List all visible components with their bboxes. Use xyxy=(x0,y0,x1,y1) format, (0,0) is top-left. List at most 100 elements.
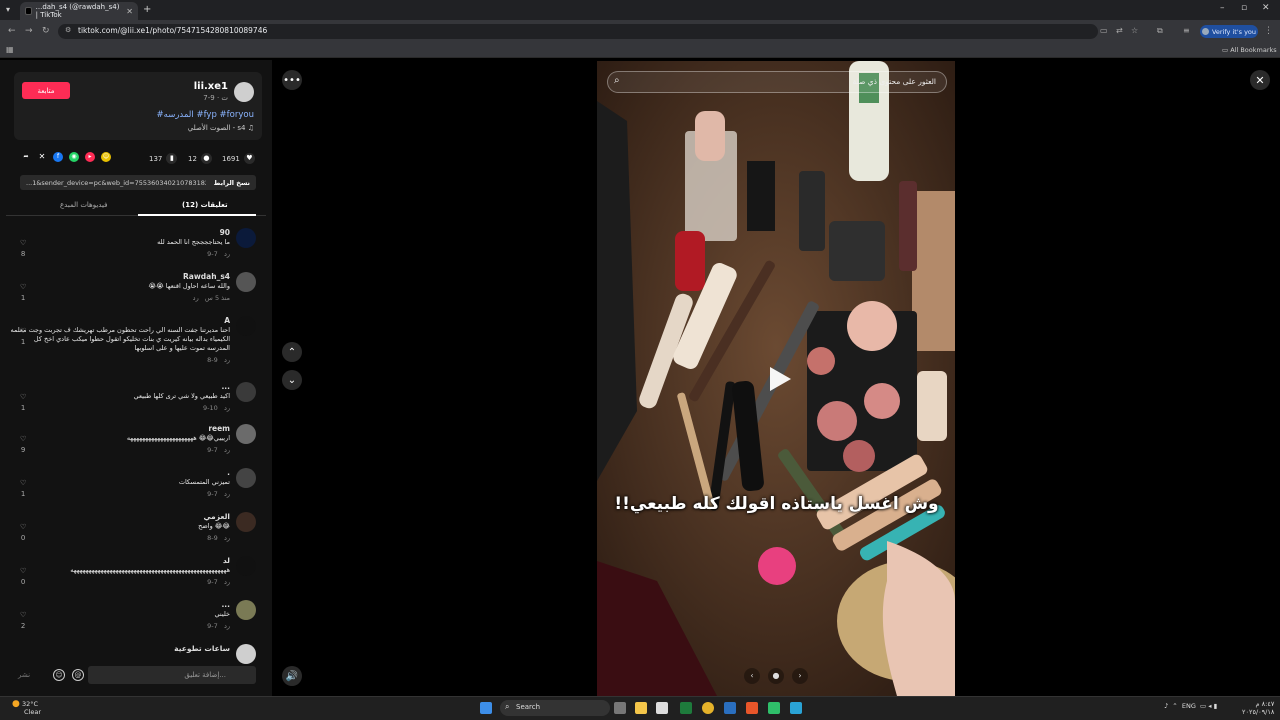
edge-icon[interactable] xyxy=(790,702,802,714)
comment-author[interactable]: ... xyxy=(221,382,230,391)
browser-tab[interactable]: ...dah_s4 (@rawdah_s4) | TikTok ✕ xyxy=(20,2,138,20)
comment-avatar[interactable] xyxy=(236,382,256,402)
install-icon[interactable]: ▭ xyxy=(1100,26,1108,35)
more-options-button[interactable]: ••• xyxy=(282,70,302,90)
whatsapp-share-icon[interactable]: ◉ xyxy=(69,152,79,162)
reply-button[interactable]: رد xyxy=(224,356,230,364)
like-stat[interactable]: 1691 ♥ xyxy=(222,153,255,164)
reply-button[interactable]: رد xyxy=(224,446,230,454)
minimize-icon[interactable]: – xyxy=(1220,3,1225,13)
comment-avatar[interactable] xyxy=(236,468,256,488)
new-tab-button[interactable]: + xyxy=(143,4,151,15)
embed-share-icon[interactable]: ☺ xyxy=(101,152,111,162)
comment-avatar[interactable] xyxy=(236,228,256,248)
comment-avatar[interactable] xyxy=(236,600,256,620)
apps-icon[interactable]: ▦ xyxy=(6,45,14,54)
back-icon[interactable]: ← xyxy=(8,26,16,36)
reply-button[interactable]: رد xyxy=(224,622,230,630)
comment-author[interactable]: 90 xyxy=(220,228,230,237)
file-explorer-icon[interactable] xyxy=(635,702,647,714)
start-menu-icon[interactable] xyxy=(480,702,492,714)
forward-icon[interactable]: → xyxy=(25,26,33,36)
author-username[interactable]: lii.xe1 xyxy=(194,81,228,92)
sound-link[interactable]: الصوت الأصلي - s4 ♫ xyxy=(188,124,254,132)
send-share-icon[interactable]: ▸ xyxy=(85,152,95,162)
comment-like-button[interactable]: ♡ 0 xyxy=(20,522,26,544)
bookmark-star-icon[interactable]: ☆ xyxy=(1131,26,1138,35)
word-icon[interactable] xyxy=(724,702,736,714)
translate-icon[interactable]: ⇄ xyxy=(1116,26,1123,35)
url-input[interactable]: ⚙ tiktok.com/@lii.xe1/photo/754715428081… xyxy=(58,24,1098,39)
taskbar-search[interactable]: ⌕ Search xyxy=(500,700,610,716)
follow-button[interactable]: متابعة xyxy=(22,82,70,99)
reply-button[interactable]: رد xyxy=(224,404,230,412)
brave-icon[interactable] xyxy=(746,702,758,714)
tab-search-icon[interactable]: ▾ xyxy=(6,5,10,14)
comment-author[interactable]: ... xyxy=(221,600,230,609)
chrome-icon[interactable] xyxy=(702,702,714,714)
comment-author[interactable]: Rawdah_s4 xyxy=(183,272,230,281)
comment-like-button[interactable]: ♡ 9 xyxy=(20,434,26,456)
play-icon[interactable] xyxy=(764,364,794,394)
system-tray[interactable]: ♪ ⌃ ENG ▭ ◂ ▮ xyxy=(1164,702,1217,710)
comment-like-button[interactable]: ♡ 1 xyxy=(20,392,26,414)
store-icon[interactable] xyxy=(656,702,668,714)
reply-button[interactable]: رد xyxy=(224,250,230,258)
verify-button[interactable]: Verify it's you xyxy=(1200,25,1258,38)
hashtags[interactable]: #المدرسه #fyp #foryou xyxy=(157,110,254,120)
weather-widget[interactable]: ● 32°C Clear xyxy=(12,700,41,717)
close-tab-icon[interactable]: ✕ xyxy=(126,7,133,16)
comment-like-button[interactable]: ♡ 1 xyxy=(20,478,26,500)
post-comment-button[interactable]: نشر xyxy=(18,671,30,679)
comment-avatar[interactable] xyxy=(236,272,256,292)
task-view-icon[interactable] xyxy=(614,702,626,714)
comment-like-button[interactable]: ♡ 1 xyxy=(20,282,26,304)
comment-author[interactable]: لد xyxy=(223,556,230,565)
comment-author[interactable]: العزمي xyxy=(203,512,230,521)
reply-button[interactable]: رد xyxy=(224,534,230,542)
comment-author[interactable]: reem xyxy=(208,424,230,433)
comment-avatar[interactable] xyxy=(236,644,256,664)
reply-button[interactable]: رد xyxy=(224,490,230,498)
reply-button[interactable]: رد xyxy=(193,294,199,302)
tab-creator-videos[interactable]: فيديوهات المبدع xyxy=(60,201,107,209)
close-window-icon[interactable]: ✕ xyxy=(1262,3,1270,13)
comment-like-button[interactable]: ♡ 0 xyxy=(20,566,26,588)
x-share-icon[interactable]: ✕ xyxy=(37,152,47,162)
facebook-share-icon[interactable]: f xyxy=(53,152,63,162)
maximize-icon[interactable]: ▫ xyxy=(1241,3,1247,13)
author-avatar[interactable] xyxy=(234,82,254,102)
reply-button[interactable]: رد xyxy=(224,578,230,586)
menu-icon[interactable]: ⋮ xyxy=(1264,26,1273,36)
all-bookmarks[interactable]: ▭ All Bookmarks xyxy=(1222,46,1277,54)
comment-avatar[interactable] xyxy=(236,556,256,576)
comment-author[interactable]: A xyxy=(224,316,230,325)
prev-photo-button[interactable]: ‹ xyxy=(744,668,760,684)
app-icon[interactable] xyxy=(768,702,780,714)
next-photo-button[interactable]: › xyxy=(792,668,808,684)
extensions-icon[interactable]: ⧉ xyxy=(1157,26,1163,36)
comment-avatar[interactable] xyxy=(236,512,256,532)
copy-link-button[interactable]: نسخ الرابط xyxy=(214,179,250,187)
close-viewer-button[interactable]: ✕ xyxy=(1250,70,1270,90)
excel-icon[interactable] xyxy=(680,702,692,714)
language-indicator[interactable]: ENG xyxy=(1182,702,1196,710)
comment-like-button[interactable]: ♡ 1 xyxy=(20,326,26,348)
save-stat[interactable]: 137 ▮ xyxy=(149,153,178,164)
tab-comments[interactable]: تعليقات (12) xyxy=(182,201,228,209)
mention-icon[interactable]: @ xyxy=(72,669,84,681)
comment-stat[interactable]: 12 ● xyxy=(188,153,212,164)
related-search-input[interactable]: العثور على محتوى ذي صلة ⌕ xyxy=(607,71,947,93)
prev-post-button[interactable]: ⌃ xyxy=(282,342,302,362)
share-icon[interactable]: ➦ xyxy=(21,152,31,162)
comment-author[interactable]: . xyxy=(227,468,230,477)
comment-like-button[interactable]: ♡ 8 xyxy=(20,238,26,260)
clock[interactable]: ٨:٤٧ م ٢٠٢٥/٠٩/١٨ xyxy=(1242,700,1274,716)
reload-icon[interactable]: ↻ xyxy=(42,26,50,36)
volume-button[interactable]: 🔊 xyxy=(282,666,302,686)
site-info-icon[interactable]: ⚙ xyxy=(65,26,71,34)
comment-author[interactable]: ساعات تطوعية xyxy=(174,644,230,653)
comment-input[interactable]: إضافة تعليق... xyxy=(88,666,256,684)
photo-indicator-dot[interactable]: ● xyxy=(768,668,784,684)
sidebar-icon[interactable]: ≡ xyxy=(1183,26,1190,35)
